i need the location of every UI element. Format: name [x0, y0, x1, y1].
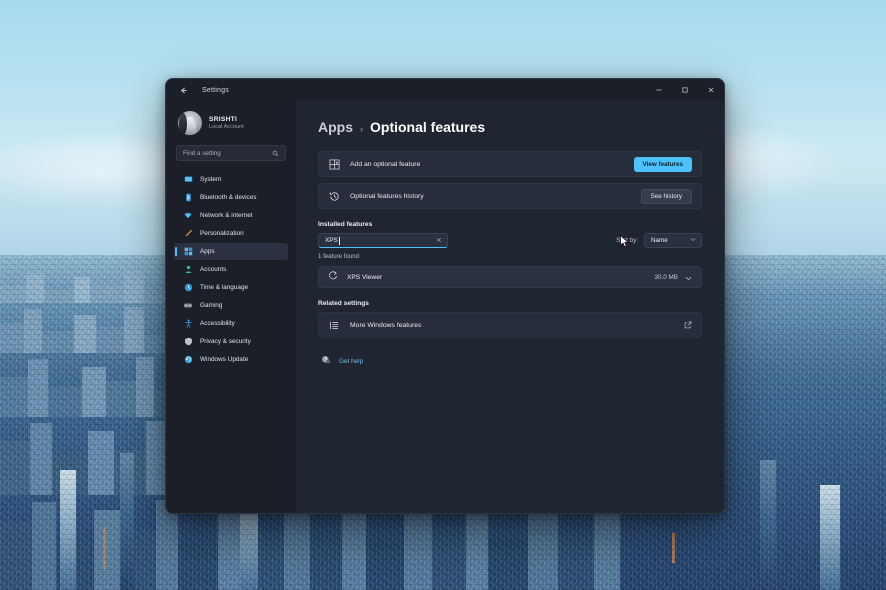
sidebar-item-label: Network & internet: [200, 212, 253, 219]
breadcrumb-separator: ›: [360, 124, 363, 134]
wifi-icon: [183, 211, 193, 221]
sidebar-item-time-language[interactable]: Time & language: [174, 279, 288, 296]
card-label: Optional features history: [350, 193, 424, 200]
maximize-icon: [681, 86, 689, 94]
bluetooth-icon: [183, 193, 193, 203]
sidebar-item-apps[interactable]: Apps: [174, 243, 288, 260]
optional-features-history-card: Optional features history See history: [318, 183, 702, 209]
sidebar-item-label: Personalization: [200, 230, 244, 237]
page-title: Optional features: [370, 119, 485, 135]
brush-icon: [183, 229, 193, 239]
breadcrumb-parent[interactable]: Apps: [318, 119, 353, 135]
feature-list-item[interactable]: XPS Viewer 30.0 MB: [318, 266, 702, 288]
get-help-link[interactable]: Get help: [339, 358, 363, 365]
shield-icon: [183, 337, 193, 347]
sidebar-item-label: Apps: [200, 248, 215, 255]
help-icon: [321, 352, 331, 370]
minimize-button[interactable]: [646, 79, 672, 101]
main-content: Apps › Optional features Add an optional…: [296, 101, 724, 513]
history-icon: [328, 190, 341, 203]
add-grid-icon: [328, 158, 341, 171]
sidebar-item-label: System: [200, 176, 221, 183]
chevron-down-icon: [690, 237, 696, 244]
sidebar-item-personalization[interactable]: Personalization: [174, 225, 288, 242]
card-label: More Windows features: [350, 322, 421, 329]
sidebar-item-windows-update[interactable]: Windows Update: [174, 351, 288, 368]
accessibility-icon: [183, 319, 193, 329]
get-help-row[interactable]: Get help: [318, 352, 702, 370]
sidebar-item-label: Accounts: [200, 266, 226, 273]
see-history-button[interactable]: See history: [641, 189, 693, 204]
view-features-button[interactable]: View features: [634, 157, 692, 172]
update-icon: [183, 355, 193, 365]
display-icon: [183, 175, 193, 185]
sidebar-item-privacy-security[interactable]: Privacy & security: [174, 333, 288, 350]
text-caret: [339, 237, 340, 245]
profile-subtitle: Local Account: [209, 124, 244, 130]
close-button[interactable]: [698, 79, 724, 101]
installed-filter-row: XPS Sort by: Name: [318, 233, 702, 248]
filter-value: XPS: [325, 237, 338, 244]
sidebar: SRISHTI Local Account Find a setting: [166, 101, 296, 513]
avatar: [178, 111, 202, 135]
sort-value: Name: [651, 237, 668, 244]
sort-dropdown[interactable]: Name: [644, 233, 702, 248]
external-link-icon: [684, 316, 692, 334]
settings-window: Settings SRISHTI Local Account: [165, 78, 725, 514]
sidebar-item-gaming[interactable]: Gaming: [174, 297, 288, 314]
user-profile[interactable]: SRISHTI Local Account: [174, 101, 288, 143]
clear-x-icon[interactable]: [436, 237, 442, 245]
sidebar-item-system[interactable]: System: [174, 171, 288, 188]
apps-icon: [183, 247, 193, 257]
person-icon: [183, 265, 193, 275]
breadcrumb: Apps › Optional features: [318, 119, 702, 135]
clock-globe-icon: [183, 283, 193, 293]
sidebar-item-label: Windows Update: [200, 356, 248, 363]
sort-control: Sort by: Name: [616, 233, 702, 248]
sidebar-item-bluetooth-devices[interactable]: Bluetooth & devices: [174, 189, 288, 206]
feature-icon: [328, 268, 338, 286]
close-icon: [707, 86, 715, 94]
sidebar-item-label: Bluetooth & devices: [200, 194, 257, 201]
related-settings-title: Related settings: [318, 300, 702, 307]
back-button[interactable]: [170, 80, 196, 100]
mouse-cursor: [620, 235, 629, 248]
feature-size: 30.0 MB: [655, 274, 678, 281]
chevron-down-icon[interactable]: [685, 268, 692, 286]
sidebar-item-accessibility[interactable]: Accessibility: [174, 315, 288, 332]
result-count: 1 feature found: [318, 253, 702, 260]
sidebar-item-label: Privacy & security: [200, 338, 251, 345]
feature-name: XPS Viewer: [347, 274, 382, 281]
sidebar-item-network-internet[interactable]: Network & internet: [174, 207, 288, 224]
window-title: Settings: [202, 87, 229, 94]
sidebar-item-label: Accessibility: [200, 320, 235, 327]
add-optional-feature-card: Add an optional feature View features: [318, 151, 702, 177]
sidebar-item-label: Time & language: [200, 284, 248, 291]
installed-features-title: Installed features: [318, 221, 702, 228]
search-icon: [272, 144, 279, 162]
sidebar-item-accounts[interactable]: Accounts: [174, 261, 288, 278]
minimize-icon: [655, 86, 663, 94]
profile-name: SRISHTI: [209, 116, 244, 123]
feature-filter-input[interactable]: XPS: [318, 233, 448, 248]
gamepad-icon: [183, 301, 193, 311]
sidebar-nav: System Bluetooth & devices Network & int…: [174, 171, 288, 368]
list-icon: [328, 319, 341, 332]
window-titlebar: Settings: [166, 79, 724, 101]
help-glyph: [321, 355, 331, 365]
search-input[interactable]: Find a setting: [176, 145, 286, 161]
more-windows-features-card[interactable]: More Windows features: [318, 312, 702, 338]
maximize-button[interactable]: [672, 79, 698, 101]
back-arrow-icon: [179, 86, 188, 95]
search-placeholder: Find a setting: [183, 150, 221, 157]
sidebar-item-label: Gaming: [200, 302, 222, 309]
window-controls: [646, 79, 724, 101]
card-label: Add an optional feature: [350, 161, 420, 168]
